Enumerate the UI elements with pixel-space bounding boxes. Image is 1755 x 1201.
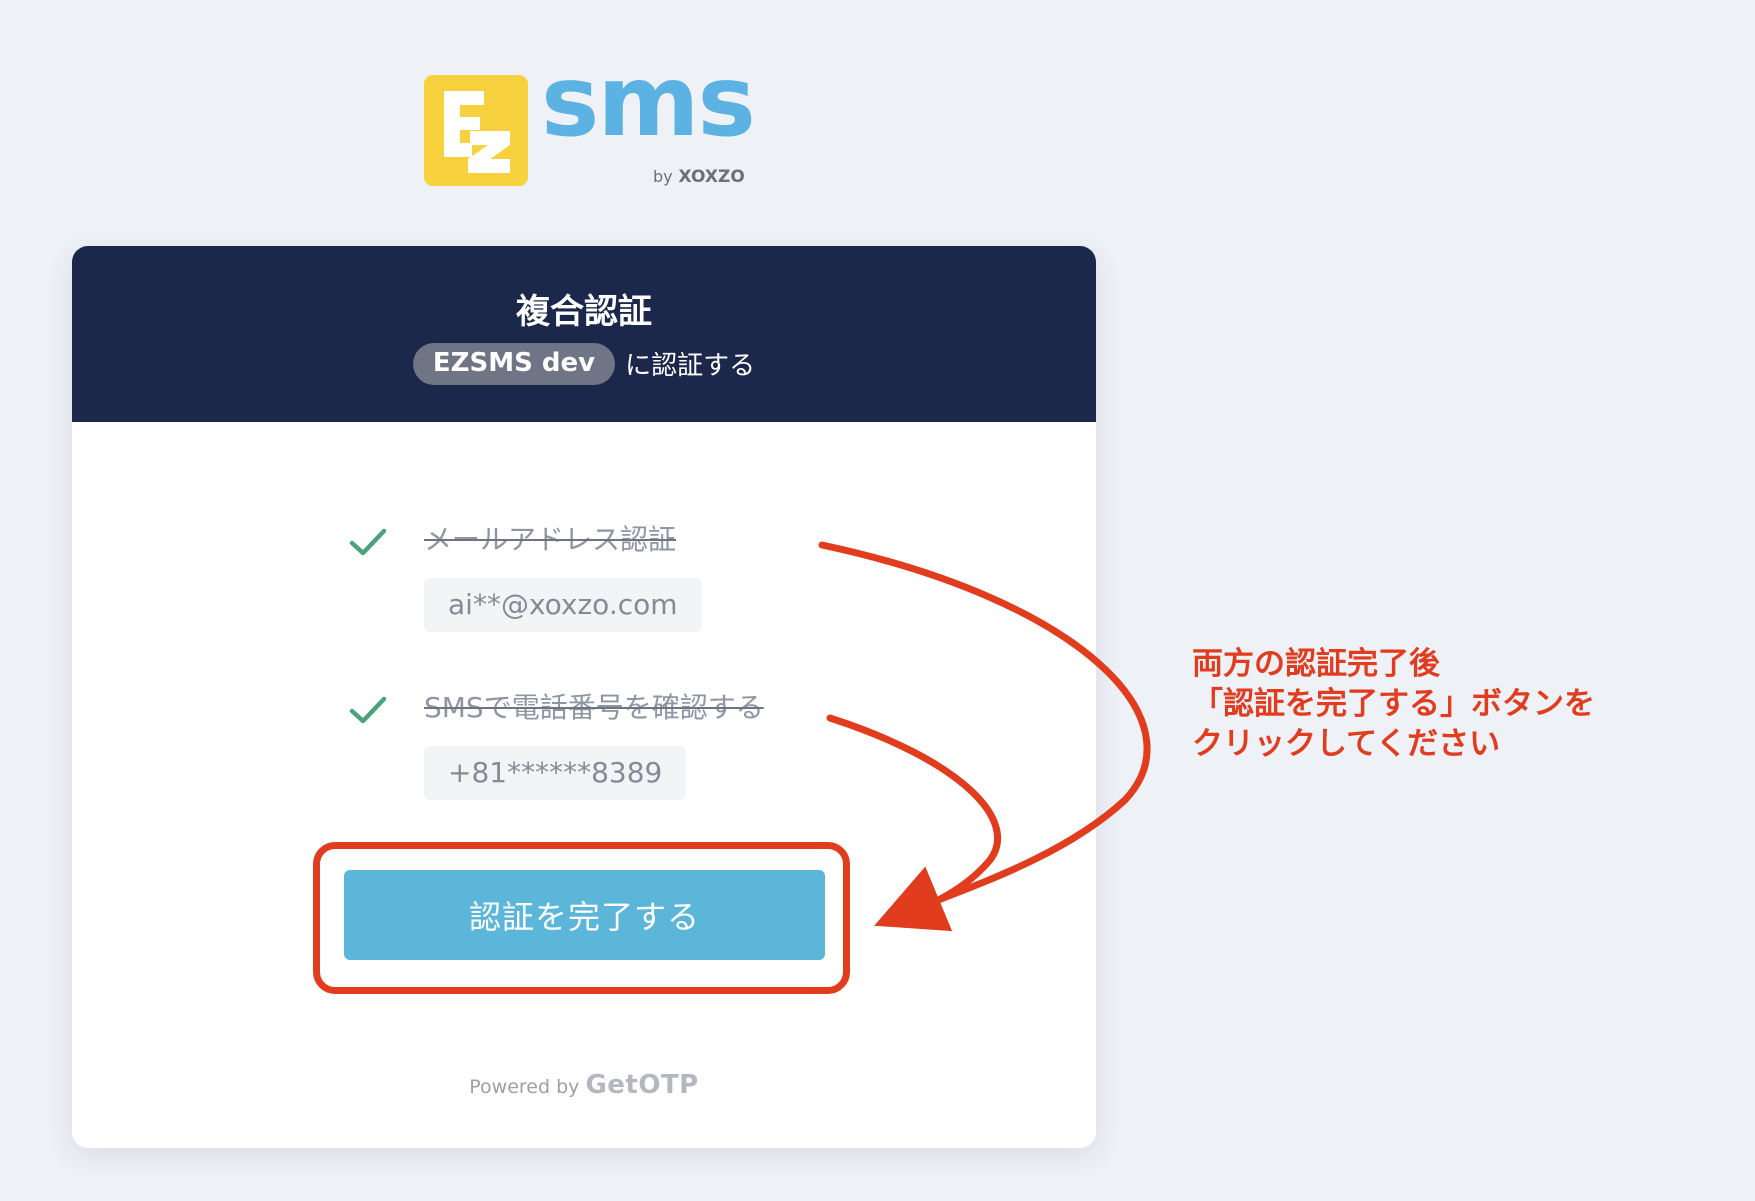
logo-by-prefix: by — [653, 167, 673, 186]
button-highlight-box — [313, 842, 850, 994]
page-title: 複合認証 — [516, 292, 652, 332]
logo-wordmark: sms — [541, 45, 756, 159]
ezsms-logo: sms by XOXZO — [424, 53, 756, 200]
subtitle-suffix: に認証する — [625, 351, 756, 382]
app-name-badge: EZSMS dev — [412, 343, 616, 385]
annotation-line: 「認証を完了する」ボタンを — [1192, 686, 1595, 722]
annotation-line: クリックしてください — [1192, 726, 1501, 762]
check-icon — [349, 696, 387, 724]
card-header: 複合認証 EZSMS dev に認証する — [72, 246, 1096, 422]
card-subtitle: EZSMS dev に認証する — [72, 343, 1096, 385]
annotation-note: 両方の認証完了後 「認証を完了する」ボタンを クリックしてください — [1192, 644, 1595, 764]
step-email-label: メールアドレス認証 — [424, 523, 677, 556]
email-value: ai**@xoxzo.com — [424, 578, 702, 632]
check-icon — [349, 528, 387, 556]
step-sms-label: SMSで電話番号を確認する — [424, 691, 764, 724]
auth-card: 複合認証 EZSMS dev に認証する メールアドレス認証 ai**@xoxz… — [72, 246, 1096, 1148]
ez-logo-mark — [424, 75, 528, 186]
powered-by-prefix: Powered by — [469, 1076, 580, 1098]
logo-byline: by XOXZO — [653, 169, 745, 186]
annotation-line: 両方の認証完了後 — [1192, 646, 1440, 682]
phone-value: +81******8389 — [424, 746, 687, 800]
powered-by: Powered by GetOTP — [72, 1070, 1096, 1100]
logo-by-brand: XOXZO — [678, 167, 745, 187]
getotp-brand: GetOTP — [585, 1070, 699, 1100]
